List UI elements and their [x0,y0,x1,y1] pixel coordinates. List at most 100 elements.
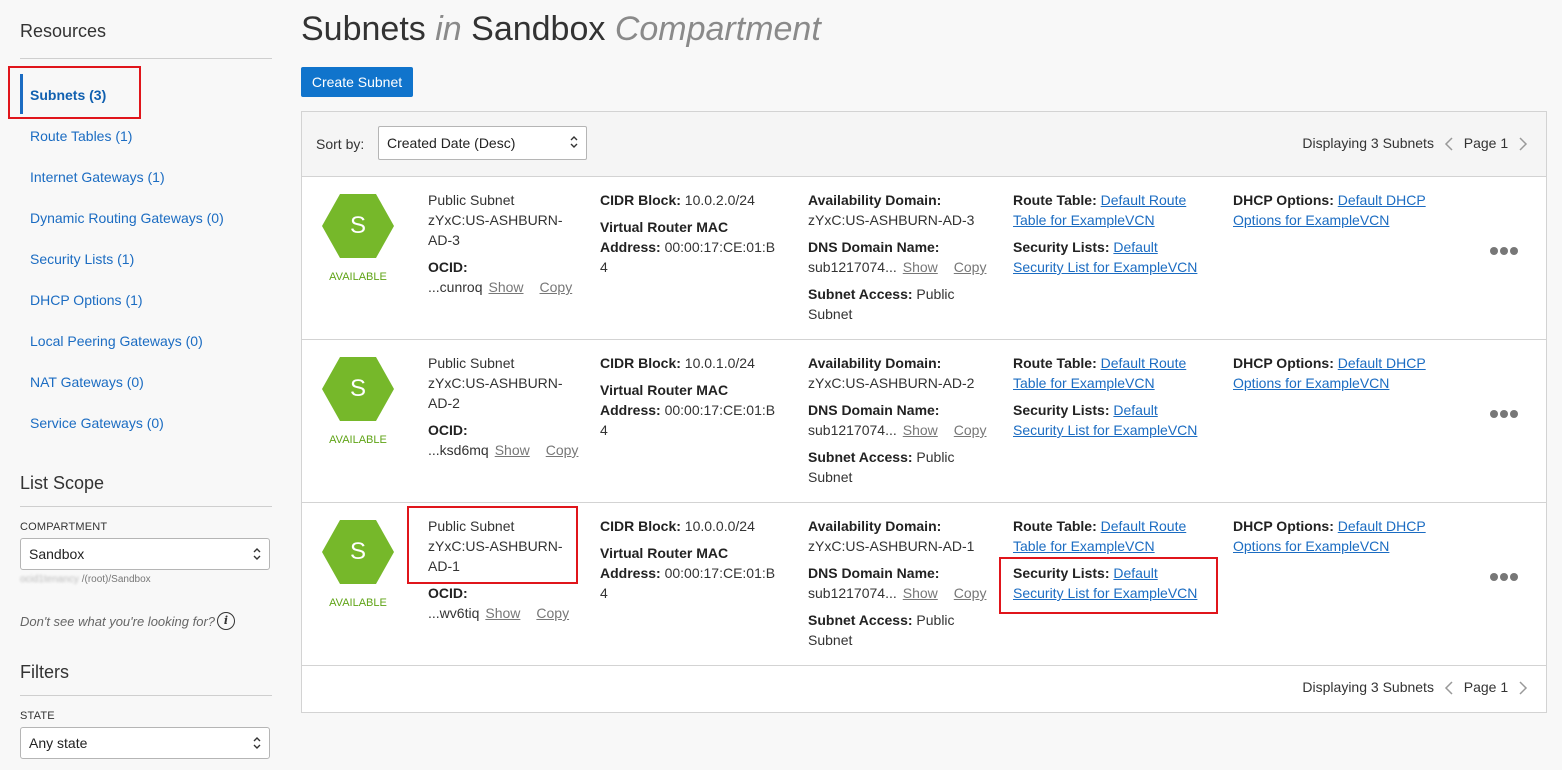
security-list-link[interactable]: Security List for ExampleVCN [1013,420,1197,440]
active-indicator [20,74,23,114]
route-table-link[interactable]: Default Route [1101,192,1187,208]
dns-copy-link[interactable]: Copy [954,422,987,438]
dns-value: sub1217074... [808,259,897,275]
cidr-label: CIDR Block: [600,192,681,208]
ocid-show-link[interactable]: Show [495,442,530,458]
vr-mac-value: 4 [600,422,608,438]
dhcp-options-link[interactable]: Default DHCP [1338,192,1426,208]
more-actions-icon[interactable] [1489,246,1519,256]
subnet-name-line: zYxC:US-ASHBURN- [428,375,563,391]
vr-mac-label: Address: [600,565,661,581]
ocid-label: OCID: [428,259,468,275]
chevron-right-icon[interactable] [1518,136,1528,152]
chevron-right-icon[interactable] [1518,680,1528,696]
dhcp-options-link[interactable]: Options for ExampleVCN [1233,373,1389,393]
subnet-name-col: Public Subnet zYxC:US-ASHBURN- AD-2 OCID… [428,353,578,460]
ocid-value: ...cunroq [428,279,483,295]
ocid-show-link[interactable]: Show [488,279,523,295]
subnets-panel: Sort by: Created Date (Desc) Displaying … [301,111,1547,713]
vr-mac-label: Virtual Router MAC [600,545,729,561]
subnet-icon-letter: S [349,375,366,402]
pager-top: Displaying 3 Subnets Page 1 [1302,135,1534,152]
dhcp-options-link[interactable]: Options for ExampleVCN [1233,210,1389,230]
dns-value: sub1217074... [808,585,897,601]
sidebar-item-local-peering-gateways[interactable]: Local Peering Gateways (0) [30,333,203,349]
route-table-link[interactable]: Default Route [1101,518,1187,534]
access-value: Subnet [808,469,853,485]
vr-mac-value: 00:00:17:CE:01:B [664,402,776,418]
route-table-link[interactable]: Default Route [1101,355,1187,371]
access-label: Subnet Access: [808,612,913,628]
subnet-name-link[interactable]: Public Subnet zYxC:US-ASHBURN- AD-3 [428,190,578,250]
security-list-link[interactable]: Security List for ExampleVCN [1013,257,1197,277]
security-list-link[interactable]: Security List for ExampleVCN [1013,583,1197,603]
more-actions-icon[interactable] [1489,409,1519,419]
more-actions-icon[interactable] [1489,572,1519,582]
ocid-line: ...wv6tiq Show Copy [428,605,569,621]
ocid-show-link[interactable]: Show [485,605,520,621]
sidebar-item-nat-gateways[interactable]: NAT Gateways (0) [30,374,144,390]
dns-show-link[interactable]: Show [903,585,938,601]
sort-select[interactable]: Created Date (Desc) [378,126,587,160]
vr-mac-value: 00:00:17:CE:01:B [664,239,776,255]
ocid-copy-link[interactable]: Copy [536,605,569,621]
dhcp-label: DHCP Options: [1233,518,1334,534]
ad-label: Availability Domain: [808,355,942,371]
subnet-name-link[interactable]: Public Subnet zYxC:US-ASHBURN- AD-1 [428,516,578,576]
sidebar-item-route-tables[interactable]: Route Tables (1) [30,128,132,144]
sidebar-item-security-lists[interactable]: Security Lists (1) [30,251,134,267]
info-icon[interactable]: i [217,612,235,630]
subnet-name-line: zYxC:US-ASHBURN- [428,538,563,554]
divider [20,58,272,59]
sidebar-item-subnets[interactable]: Subnets (3) [30,87,106,103]
security-list-link[interactable]: Default [1113,239,1157,255]
list-scope-heading: List Scope [20,473,105,493]
ocid-line: ...cunroq Show Copy [428,279,572,295]
route-table-label: Route Table: [1013,192,1097,208]
subnet-name-link[interactable]: Public Subnet zYxC:US-ASHBURN- AD-2 [428,353,578,413]
dns-label: DNS Domain Name: [808,239,940,255]
ocid-label: OCID: [428,422,468,438]
route-table-link[interactable]: Table for ExampleVCN [1013,210,1155,230]
route-table-link[interactable]: Table for ExampleVCN [1013,536,1155,556]
subnet-icon-letter: S [349,212,366,239]
state-select[interactable]: Any state [20,727,270,759]
dhcp-label: DHCP Options: [1233,355,1334,371]
dns-show-link[interactable]: Show [903,259,938,275]
lifecycle-state: AVAILABLE [329,597,387,609]
sidebar-item-dhcp-options[interactable]: DHCP Options (1) [30,292,143,308]
dhcp-options-link[interactable]: Default DHCP [1338,355,1426,371]
filters-heading: Filters [20,662,69,682]
security-list-link[interactable]: Default [1113,402,1157,418]
sidebar: Resources Subnets (3) Route Tables (1) I… [0,0,290,770]
ocid-copy-link[interactable]: Copy [540,279,573,295]
ad-label: Availability Domain: [808,192,942,208]
dns-copy-link[interactable]: Copy [954,585,987,601]
vr-mac-value: 4 [600,585,608,601]
create-subnet-button[interactable]: Create Subnet [301,67,413,97]
dns-show-link[interactable]: Show [903,422,938,438]
domain-col: Availability Domain: zYxC:US-ASHBURN-AD-… [808,190,998,324]
security-list-link[interactable]: Default [1113,565,1157,581]
sort-value: Created Date (Desc) [387,135,516,151]
compartment-select[interactable]: Sandbox [20,538,270,570]
dhcp-options-link[interactable]: Default DHCP [1338,518,1426,534]
chevron-left-icon[interactable] [1444,136,1454,152]
route-table-link[interactable]: Table for ExampleVCN [1013,373,1155,393]
security-lists-label: Security Lists: [1013,239,1110,255]
security-lists-label: Security Lists: [1013,402,1110,418]
ocid-copy-link[interactable]: Copy [546,442,579,458]
dhcp-options-link[interactable]: Options for ExampleVCN [1233,536,1389,556]
sidebar-item-service-gateways[interactable]: Service Gateways (0) [30,415,164,431]
title-in: in [435,10,462,48]
chevron-left-icon[interactable] [1444,680,1454,696]
sidebar-item-internet-gateways[interactable]: Internet Gateways (1) [30,169,165,185]
vr-mac-value: 4 [600,259,608,275]
security-lists-label: Security Lists: [1013,565,1110,581]
cidr-value: 10.0.0.0/24 [684,518,755,534]
sidebar-item-dynamic-routing-gateways[interactable]: Dynamic Routing Gateways (0) [30,210,224,226]
dns-copy-link[interactable]: Copy [954,259,987,275]
ocid-value: ...wv6tiq [428,605,480,621]
pager-bottom: Displaying 3 Subnets Page 1 [1302,679,1534,696]
divider [20,506,272,507]
